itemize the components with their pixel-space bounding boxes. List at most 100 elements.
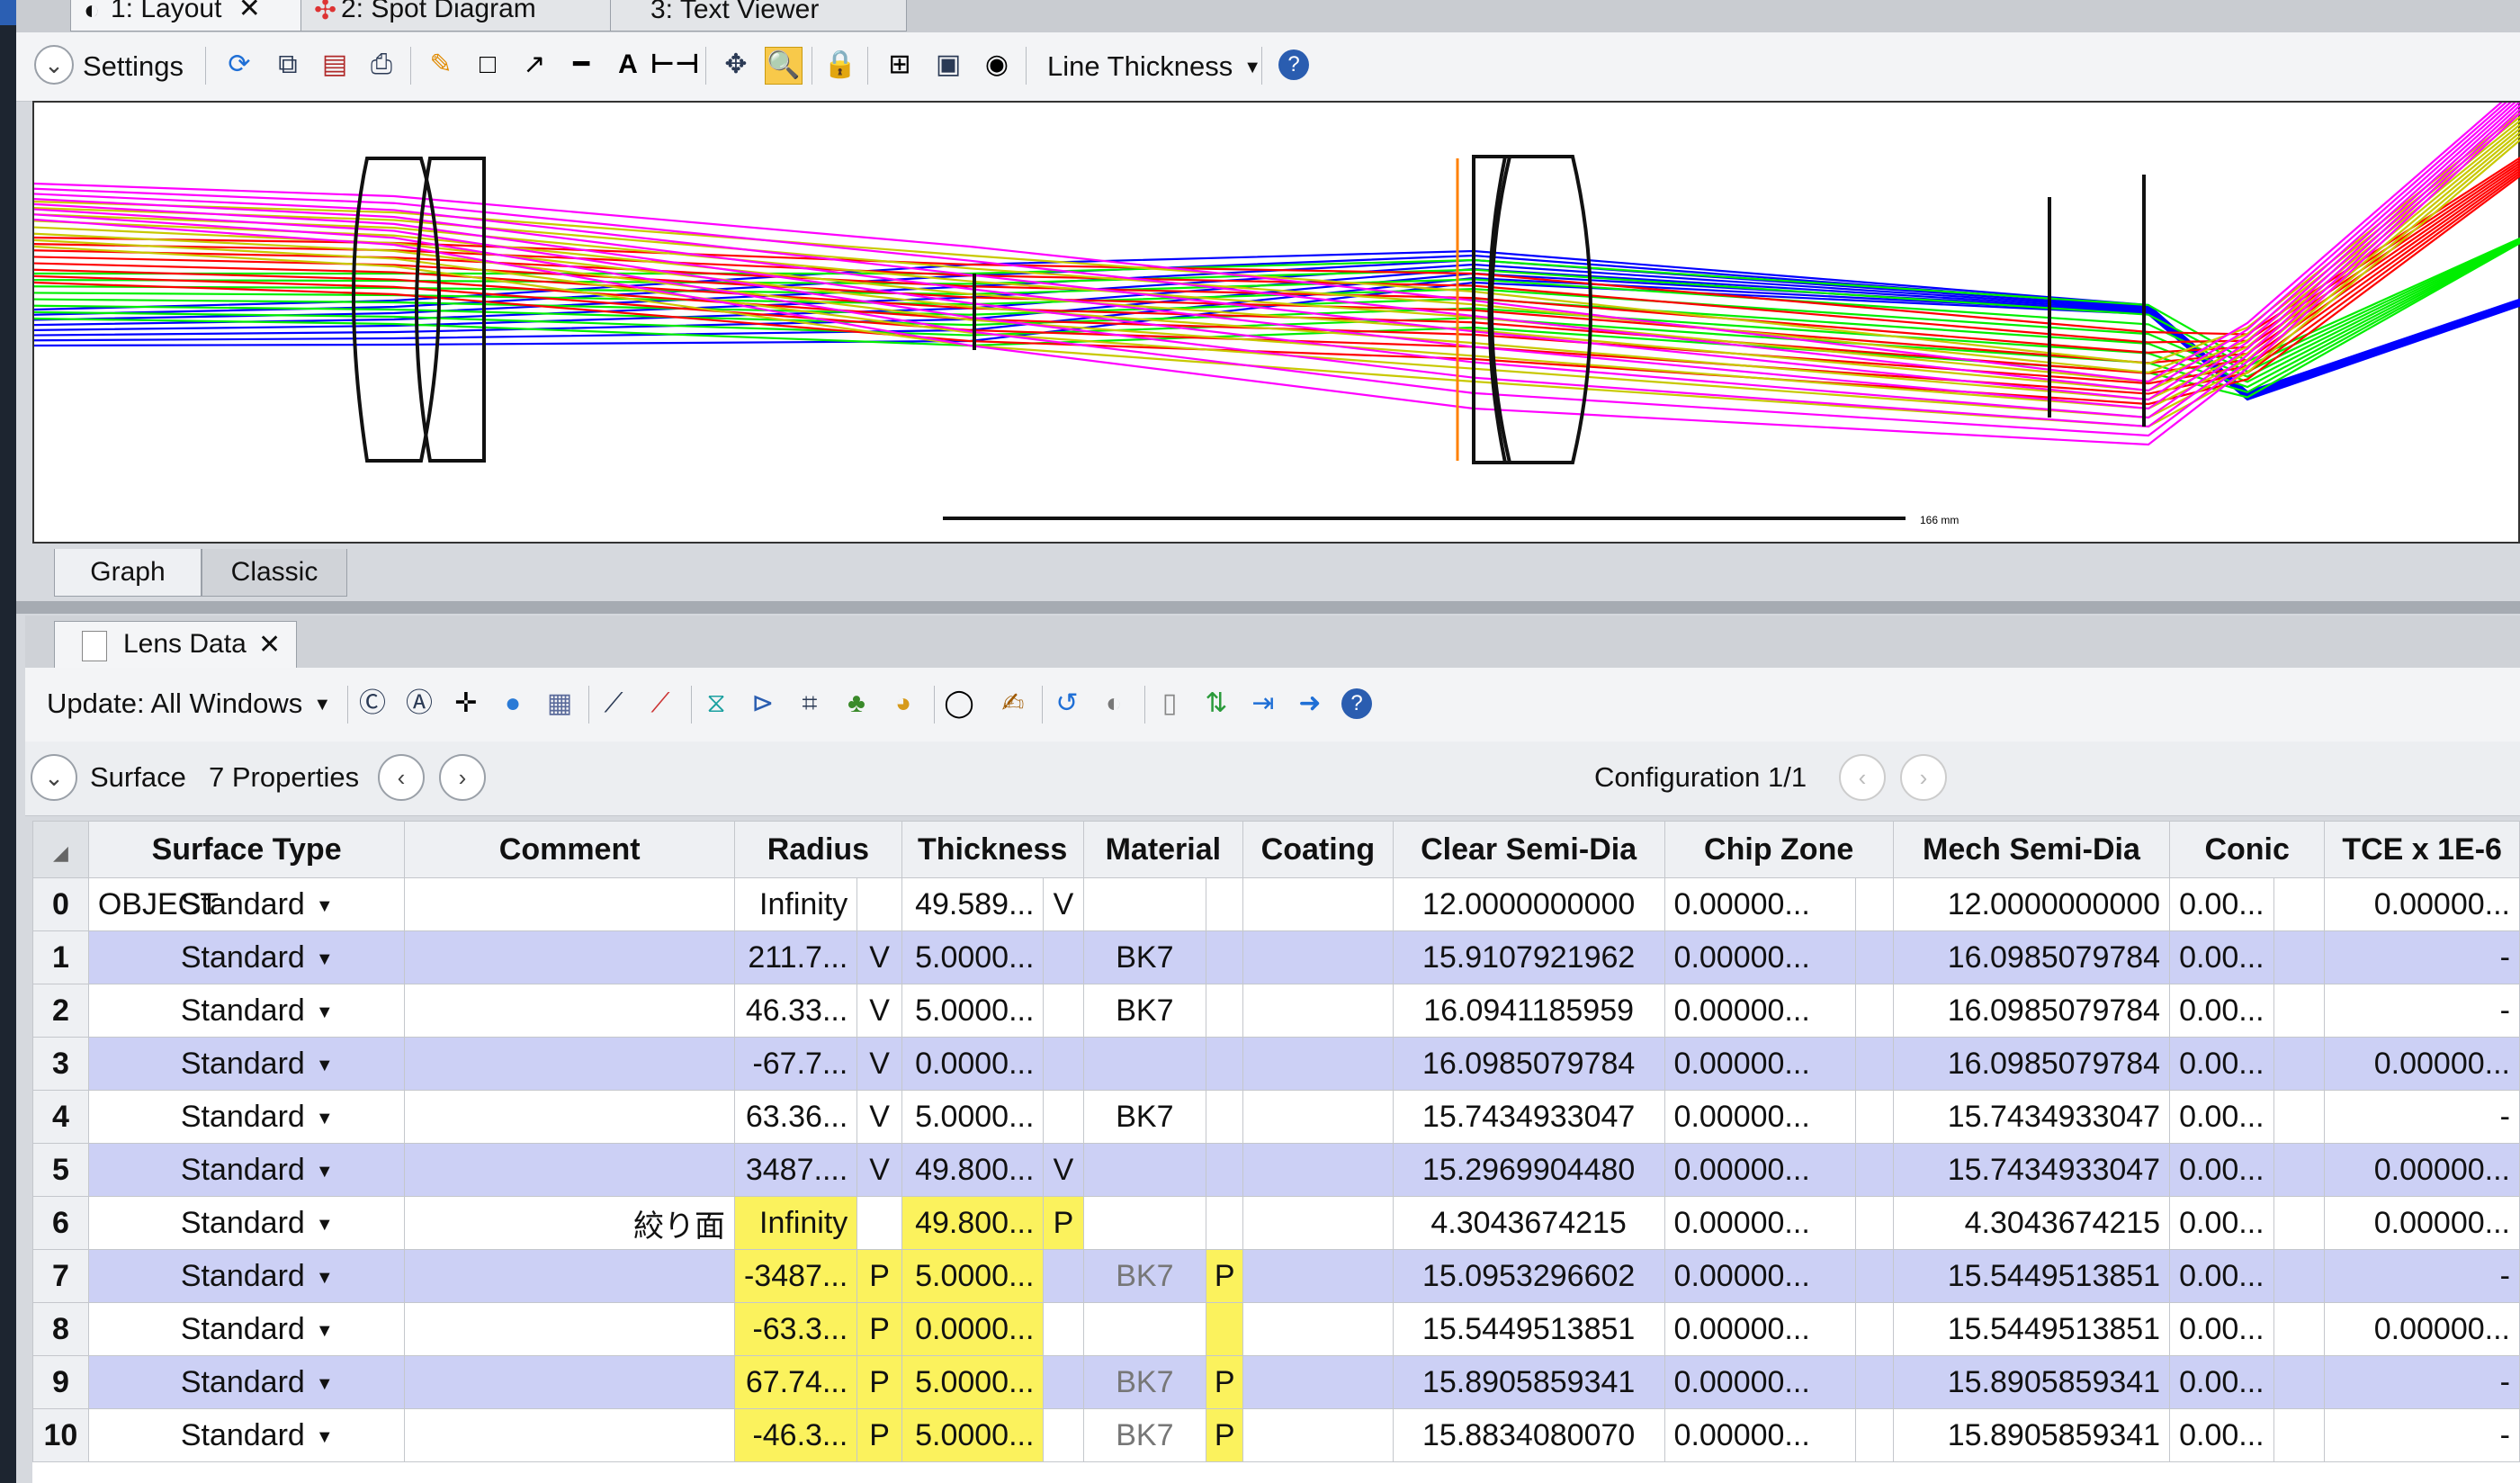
comment-cell[interactable] — [404, 877, 735, 931]
mech-semi-dia-cell[interactable]: 15.5449513851 — [1892, 1302, 2171, 1356]
radius-solve-cell[interactable] — [856, 1196, 902, 1250]
previous-surface-button[interactable]: ‹ — [378, 754, 425, 801]
material-solve-cell[interactable]: P — [1206, 1408, 1244, 1462]
col-header-conic[interactable]: Conic — [2169, 821, 2326, 878]
chevron-down-icon[interactable]: ▼ — [316, 1321, 334, 1341]
chip-zone-cell[interactable]: 0.00000... — [1664, 1249, 1856, 1303]
material-solve-cell[interactable] — [1206, 1196, 1244, 1250]
lens-element-icon[interactable]: ⧖ — [698, 686, 734, 722]
layout-plot[interactable]: 166 mm — [32, 101, 2520, 544]
surface-type-cell[interactable]: Standard ▼ — [87, 1196, 406, 1250]
mech-semi-dia-cell[interactable]: 15.5449513851 — [1892, 1249, 2171, 1303]
surface-type-cell[interactable]: OBJECTStandard ▼ — [87, 877, 406, 931]
chip-zone-solve-cell[interactable] — [1854, 1249, 1894, 1303]
radius-cell[interactable]: Infinity — [733, 1196, 858, 1250]
refresh-icon[interactable]: ⟳ — [221, 47, 257, 83]
text-icon[interactable]: A — [610, 47, 646, 83]
thickness-solve-cell[interactable] — [1043, 1408, 1084, 1462]
radius-solve-cell[interactable]: V — [856, 1090, 902, 1144]
chip-zone-cell[interactable]: 0.00000... — [1664, 1037, 1856, 1091]
row-number[interactable]: 2 — [32, 984, 89, 1038]
mech-semi-dia-cell[interactable]: 16.0985079784 — [1892, 1037, 2171, 1091]
radius-cell[interactable]: -46.3... — [733, 1408, 858, 1462]
col-header-radius[interactable]: Radius — [733, 821, 902, 878]
coating-cell[interactable] — [1242, 1355, 1394, 1409]
zoom-icon[interactable]: 🔍 — [765, 47, 803, 85]
radius-cell[interactable]: 211.7... — [733, 930, 858, 984]
conic-cell[interactable]: 0.00... — [2169, 1090, 2274, 1144]
clear-semi-dia-cell[interactable]: 15.9107921962 — [1392, 930, 1665, 984]
thickness-cell[interactable]: 5.0000... — [901, 1090, 1045, 1144]
radius-cell[interactable]: 63.36... — [733, 1090, 858, 1144]
thickness-solve-cell[interactable] — [1043, 1090, 1084, 1144]
lock-icon[interactable]: 🔒 — [822, 47, 858, 83]
table-row[interactable]: 5 Standard ▼ 3487.... V 49.800... V 15.29699044… — [32, 1143, 2520, 1197]
conic-solve-cell[interactable] — [2273, 984, 2326, 1038]
clear-semi-dia-cell[interactable]: 12.0000000000 — [1392, 877, 1665, 931]
tab-layout[interactable]: ◐ 1: Layout ✕ — [70, 0, 340, 31]
row-number[interactable]: 10 — [32, 1408, 89, 1462]
chevron-down-icon[interactable]: ▼ — [316, 1268, 334, 1288]
conic-solve-cell[interactable] — [2273, 1143, 2326, 1197]
col-header-tce[interactable]: TCE x 1E-6 — [2324, 821, 2520, 878]
material-solve-cell[interactable] — [1206, 984, 1244, 1038]
col-header-surface-type[interactable]: Surface Type — [87, 821, 406, 878]
tce-cell[interactable]: - — [2324, 1408, 2520, 1462]
chevron-down-icon[interactable]: ▼ — [316, 949, 334, 969]
conic-cell[interactable]: 0.00... — [2169, 1037, 2274, 1091]
surface-type-cell[interactable]: Standard ▼ — [87, 1090, 406, 1144]
material-cell[interactable]: BK7 — [1082, 1090, 1207, 1144]
material-cell[interactable]: BK7 — [1082, 1249, 1207, 1303]
reverse-elements-icon[interactable]: ↺ — [1049, 686, 1085, 722]
conic-solve-cell[interactable] — [2273, 1196, 2326, 1250]
radius-cell[interactable]: -3487... — [733, 1249, 858, 1303]
table-row[interactable]: 8 Standard ▼ -63.3... P 0.0000... 15.544951385… — [32, 1302, 2520, 1356]
chip-zone-cell[interactable]: 0.00000... — [1664, 930, 1856, 984]
chip-zone-solve-cell[interactable] — [1854, 1408, 1894, 1462]
radius-solve-cell[interactable]: V — [856, 1037, 902, 1091]
conic-solve-cell[interactable] — [2273, 877, 2326, 931]
thickness-cell[interactable]: 0.0000... — [901, 1037, 1045, 1091]
radius-solve-cell[interactable] — [856, 877, 902, 931]
mech-semi-dia-cell[interactable]: 12.0000000000 — [1892, 877, 2171, 931]
thickness-solve-cell[interactable] — [1043, 984, 1084, 1038]
chip-zone-solve-cell[interactable] — [1854, 1090, 1894, 1144]
col-header-mech-semi-dia[interactable]: Mech Semi-Dia — [1892, 821, 2171, 878]
surface-type-cell[interactable]: Standard ▼ — [87, 984, 406, 1038]
thickness-cell[interactable]: 5.0000... — [901, 1355, 1045, 1409]
conic-solve-cell[interactable] — [2273, 1037, 2326, 1091]
coating-cell[interactable] — [1242, 1143, 1394, 1197]
material-solve-cell[interactable] — [1206, 1037, 1244, 1091]
tce-cell[interactable]: - — [2324, 1090, 2520, 1144]
row-number[interactable]: 7 — [32, 1249, 89, 1303]
arrow-line-icon[interactable]: ↗ — [516, 47, 552, 83]
next-surface-button[interactable]: › — [439, 754, 486, 801]
thickness-cell[interactable]: 49.800... — [901, 1143, 1045, 1197]
table-row[interactable]: 0 OBJECTStandard ▼ Infinity 49.589... V 12.000… — [32, 877, 2520, 931]
next-configuration-button[interactable]: › — [1900, 754, 1947, 801]
table-row[interactable]: 9 Standard ▼ 67.74... P 5.0000... BK7 P 15.89058… — [32, 1355, 2520, 1409]
chip-zone-cell[interactable]: 0.00000... — [1664, 984, 1856, 1038]
close-icon[interactable]: ✕ — [258, 629, 281, 661]
thickness-solve-cell[interactable] — [1043, 1355, 1084, 1409]
coating-cell[interactable] — [1242, 1037, 1394, 1091]
surface-type-cell[interactable]: Standard ▼ — [87, 930, 406, 984]
thickness-solve-cell[interactable] — [1043, 1249, 1084, 1303]
material-cell[interactable] — [1082, 1143, 1207, 1197]
coating-cell[interactable] — [1242, 930, 1394, 984]
mech-semi-dia-cell[interactable]: 15.8905859341 — [1892, 1355, 2171, 1409]
coating-cell[interactable] — [1242, 1408, 1394, 1462]
chip-zone-cell[interactable]: 0.00000... — [1664, 1408, 1856, 1462]
material-cell[interactable] — [1082, 1302, 1207, 1356]
clear-semi-dia-cell[interactable]: 16.0985079784 — [1392, 1037, 1665, 1091]
tab-lens-data[interactable]: Lens Data ✕ — [54, 621, 297, 669]
tilt-decenter-icon[interactable]: ⊳ — [745, 686, 781, 722]
close-icon[interactable]: ✕ — [238, 0, 261, 23]
table-row[interactable]: 7 Standard ▼ -3487... P 5.0000... BK7 P 15.09532… — [32, 1249, 2520, 1303]
radius-cell[interactable]: -67.7... — [733, 1037, 858, 1091]
mech-semi-dia-cell[interactable]: 4.3043674215 — [1892, 1196, 2171, 1250]
table-row[interactable]: 4 Standard ▼ 63.36... V 5.0000... BK7 15.743493… — [32, 1090, 2520, 1144]
material-cell[interactable]: BK7 — [1082, 930, 1207, 984]
coordinate-break-icon[interactable]: ⌗ — [792, 686, 828, 722]
material-cell[interactable]: BK7 — [1082, 1408, 1207, 1462]
